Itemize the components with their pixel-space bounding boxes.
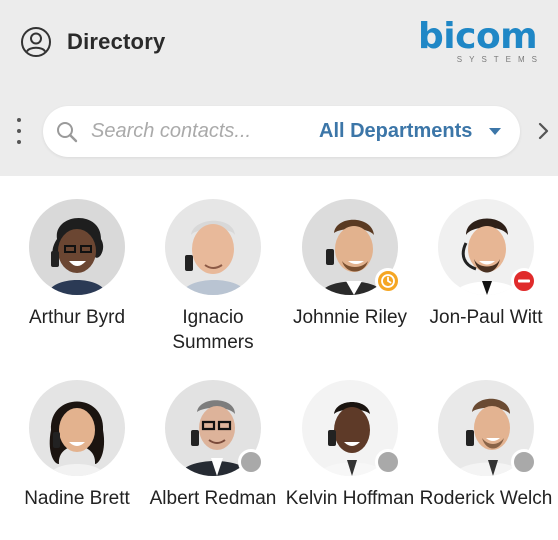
vertical-dots-icon <box>17 118 21 122</box>
clock-icon <box>381 274 395 288</box>
contacts-grid: Arthur Byrd Ignacio Summers Johnnie Rile… <box>0 176 558 540</box>
vertical-dot <box>17 140 21 144</box>
user-circle-icon <box>21 27 51 57</box>
contact-name: Ignacio Summers <box>172 307 254 353</box>
contact-name: Roderick Welch <box>419 488 553 509</box>
app-header: Directory bicom SYSTEMS All Departments <box>0 0 558 176</box>
status-away-badge <box>375 268 401 294</box>
contact-name: Nadine Brett <box>24 488 130 509</box>
avatar-container <box>165 199 261 295</box>
search-bar: All Departments <box>43 106 520 157</box>
avatar-container <box>438 380 537 476</box>
avatar-container <box>302 199 401 295</box>
page-title: Directory <box>67 29 166 54</box>
status-offline-badge <box>511 449 537 475</box>
contact-name: Johnnie Riley <box>292 307 408 328</box>
avatar-container <box>165 380 264 476</box>
more-options-button[interactable] <box>14 118 24 144</box>
avatar <box>29 380 125 476</box>
avatar <box>165 199 261 295</box>
department-dropdown[interactable]: All Departments <box>319 106 509 157</box>
avatar-container <box>438 199 537 295</box>
contact-name: Jon-Paul Witt <box>429 307 543 328</box>
avatar-container <box>29 199 125 295</box>
do-not-disturb-icon <box>518 279 530 283</box>
contact-name: Albert Redman <box>149 488 277 509</box>
vertical-dot <box>17 129 21 133</box>
bicom-logo: bicom SYSTEMS <box>418 16 544 66</box>
page-title-row: Directory <box>20 24 165 60</box>
contact-name: Kelvin Hoffman <box>285 488 415 509</box>
search-input[interactable] <box>91 116 311 147</box>
logo-wordmark: bicom <box>418 16 538 57</box>
caret-down-icon <box>489 128 501 135</box>
status-offline-badge <box>238 449 264 475</box>
search-icon <box>57 122 78 143</box>
avatar-container <box>302 380 401 476</box>
contact-name: Arthur Byrd <box>28 307 126 328</box>
chevron-right-icon[interactable] <box>535 119 551 143</box>
status-offline-badge <box>375 449 401 475</box>
department-selected-label: All Departments <box>319 120 473 142</box>
status-dnd-badge <box>511 268 537 294</box>
avatar <box>29 199 125 295</box>
avatar-container <box>29 380 125 476</box>
